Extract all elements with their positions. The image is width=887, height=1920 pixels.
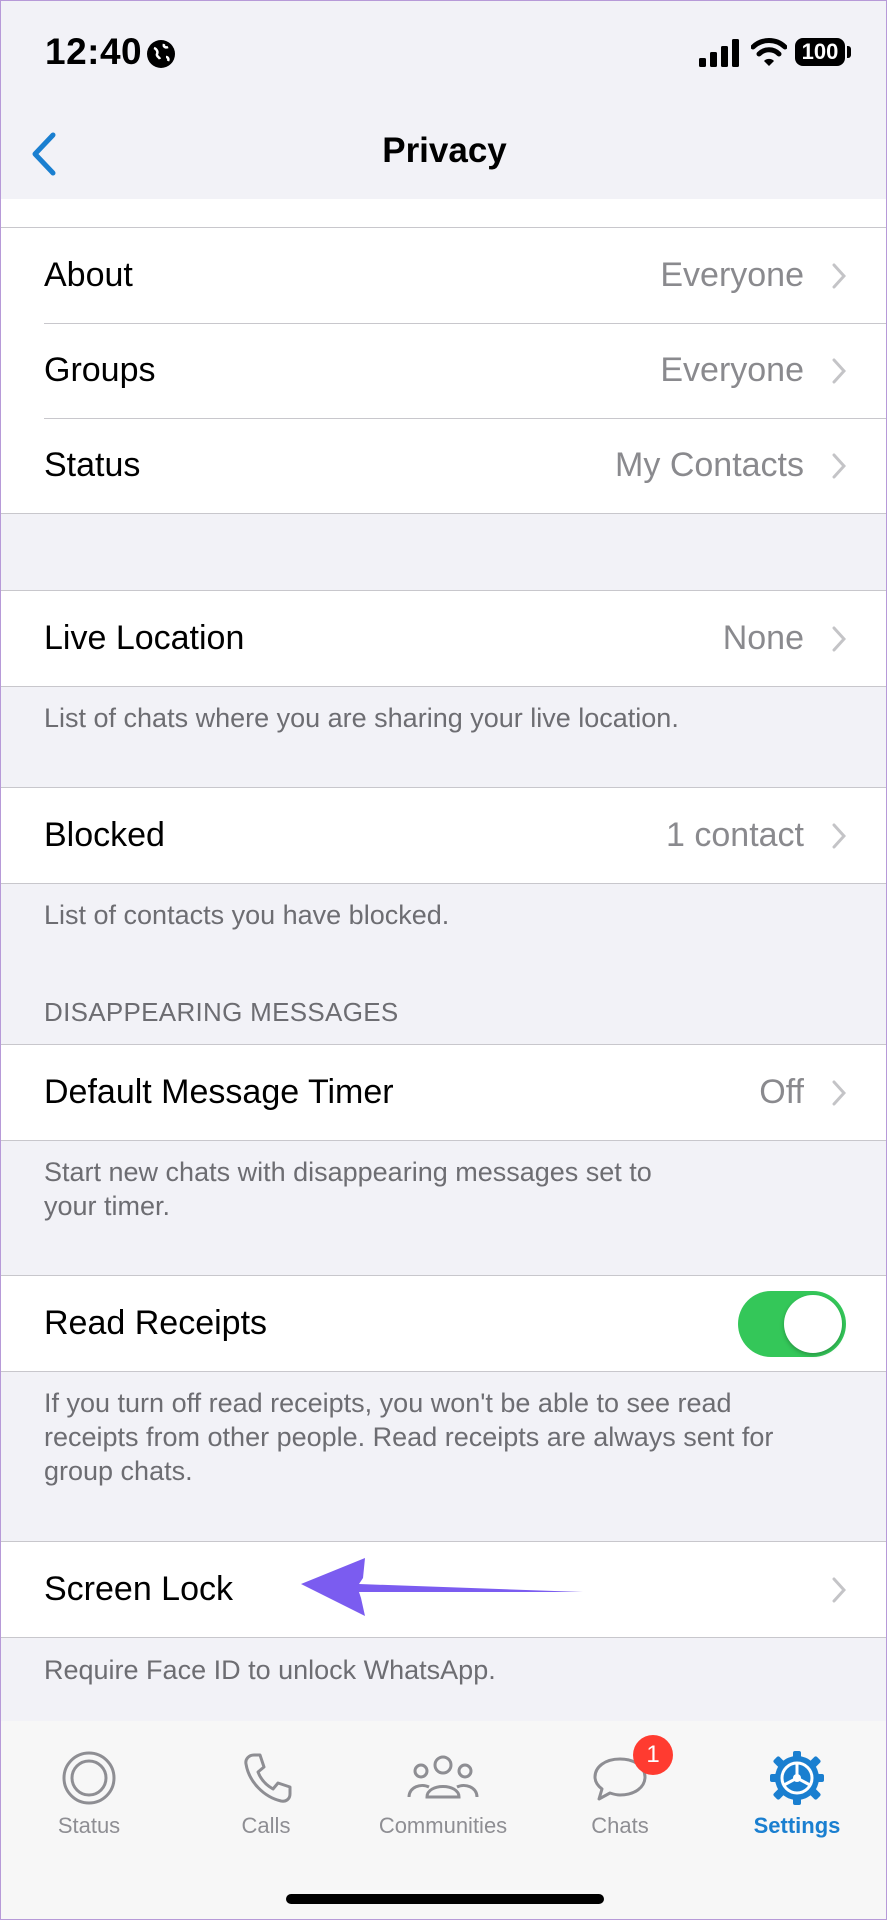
tab-calls[interactable]: Calls bbox=[191, 1749, 341, 1839]
chevron-right-icon bbox=[832, 1080, 846, 1105]
tab-bar: Status Calls Communities 1 Chats Setting… bbox=[1, 1721, 886, 1919]
navigation-bar: Privacy bbox=[1, 107, 886, 200]
row-label: About bbox=[44, 256, 133, 294]
row-label: Read Receipts bbox=[44, 1304, 268, 1342]
read-receipts-note: If you turn off read receipts, you won't… bbox=[44, 1386, 844, 1488]
row-label: Blocked bbox=[44, 816, 165, 854]
chevron-right-icon bbox=[832, 823, 846, 848]
row-value: My Contacts bbox=[615, 446, 804, 484]
row-about[interactable]: About Everyone bbox=[1, 227, 886, 323]
blocked-group: Blocked 1 contact bbox=[1, 787, 886, 884]
wifi-icon bbox=[751, 38, 787, 66]
phone-icon bbox=[244, 1753, 292, 1803]
disappearing-note: Start new chats with disappearing messag… bbox=[44, 1155, 844, 1223]
status-icon bbox=[62, 1751, 116, 1805]
unread-badge: 1 bbox=[633, 1735, 673, 1775]
row-value: Everyone bbox=[660, 351, 804, 389]
row-label: Live Location bbox=[44, 619, 245, 657]
row-value: 1 contact bbox=[666, 816, 804, 854]
live-location-group: Live Location None bbox=[1, 590, 886, 687]
globe-icon bbox=[147, 40, 175, 68]
chevron-right-icon bbox=[832, 626, 846, 651]
status-time: 12:40 bbox=[45, 31, 143, 72]
read-receipts-group: Read Receipts bbox=[1, 1275, 886, 1372]
tab-label: Communities bbox=[378, 1813, 508, 1838]
note-line: group chats. bbox=[44, 1456, 193, 1486]
note-line: If you turn off read receipts, you won't… bbox=[44, 1388, 732, 1418]
scrolled-row-remainder bbox=[1, 199, 886, 227]
row-label: Screen Lock bbox=[44, 1570, 233, 1608]
tab-communities[interactable]: Communities bbox=[368, 1749, 518, 1839]
live-location-note: List of chats where you are sharing your… bbox=[44, 703, 679, 733]
communities-icon bbox=[407, 1755, 479, 1799]
status-bar: 12:40 100 bbox=[1, 1, 886, 107]
home-indicator bbox=[286, 1894, 604, 1904]
annotation-arrow-icon bbox=[301, 1558, 583, 1616]
section-header-disappearing: DISAPPEARING MESSAGES bbox=[44, 997, 399, 1027]
tab-label: Calls bbox=[241, 1813, 291, 1838]
tab-label: Settings bbox=[753, 1813, 841, 1838]
chevron-right-icon bbox=[832, 263, 846, 288]
row-blocked[interactable]: Blocked 1 contact bbox=[1, 788, 886, 883]
tab-label: Chats bbox=[591, 1813, 649, 1838]
screen-lock-note: Require Face ID to unlock WhatsApp. bbox=[44, 1655, 496, 1685]
row-label: Groups bbox=[44, 351, 156, 389]
privacy-group-visibility: About Everyone Groups Everyone Status My… bbox=[1, 199, 886, 514]
chevron-right-icon bbox=[832, 1577, 846, 1602]
row-live-location[interactable]: Live Location None bbox=[1, 591, 886, 686]
row-label: Status bbox=[44, 446, 141, 484]
row-value: None bbox=[722, 619, 804, 657]
row-label: Default Message Timer bbox=[44, 1073, 394, 1111]
row-default-message-timer[interactable]: Default Message Timer Off bbox=[1, 1045, 886, 1140]
blocked-note: List of contacts you have blocked. bbox=[44, 900, 450, 930]
battery-tip bbox=[847, 46, 851, 58]
tab-status[interactable]: Status bbox=[14, 1749, 164, 1839]
page-title: Privacy bbox=[382, 131, 507, 170]
tab-label: Status bbox=[57, 1813, 121, 1838]
note-line: receipts from other people. Read receipt… bbox=[44, 1422, 774, 1452]
disappearing-group: Default Message Timer Off bbox=[1, 1044, 886, 1141]
tab-settings[interactable]: Settings bbox=[722, 1749, 872, 1839]
note-line: Start new chats with disappearing messag… bbox=[44, 1157, 652, 1187]
chevron-right-icon bbox=[832, 358, 846, 383]
row-status[interactable]: Status My Contacts bbox=[1, 418, 886, 513]
note-line: your timer. bbox=[44, 1191, 171, 1221]
row-read-receipts: Read Receipts bbox=[1, 1276, 886, 1371]
chevron-right-icon bbox=[832, 453, 846, 478]
signal-icon bbox=[699, 39, 739, 67]
row-value: Off bbox=[759, 1073, 804, 1111]
tab-chats[interactable]: 1 Chats bbox=[545, 1735, 695, 1839]
read-receipts-toggle[interactable] bbox=[738, 1290, 846, 1357]
toggle-knob bbox=[784, 1294, 842, 1353]
row-groups[interactable]: Groups Everyone bbox=[1, 323, 886, 418]
settings-icon bbox=[770, 1751, 824, 1805]
phone-screen: 12:40 100 Privacy About Everyone Groups … bbox=[0, 0, 887, 1920]
battery-indicator: 100 bbox=[795, 38, 845, 66]
row-value: Everyone bbox=[660, 256, 804, 294]
